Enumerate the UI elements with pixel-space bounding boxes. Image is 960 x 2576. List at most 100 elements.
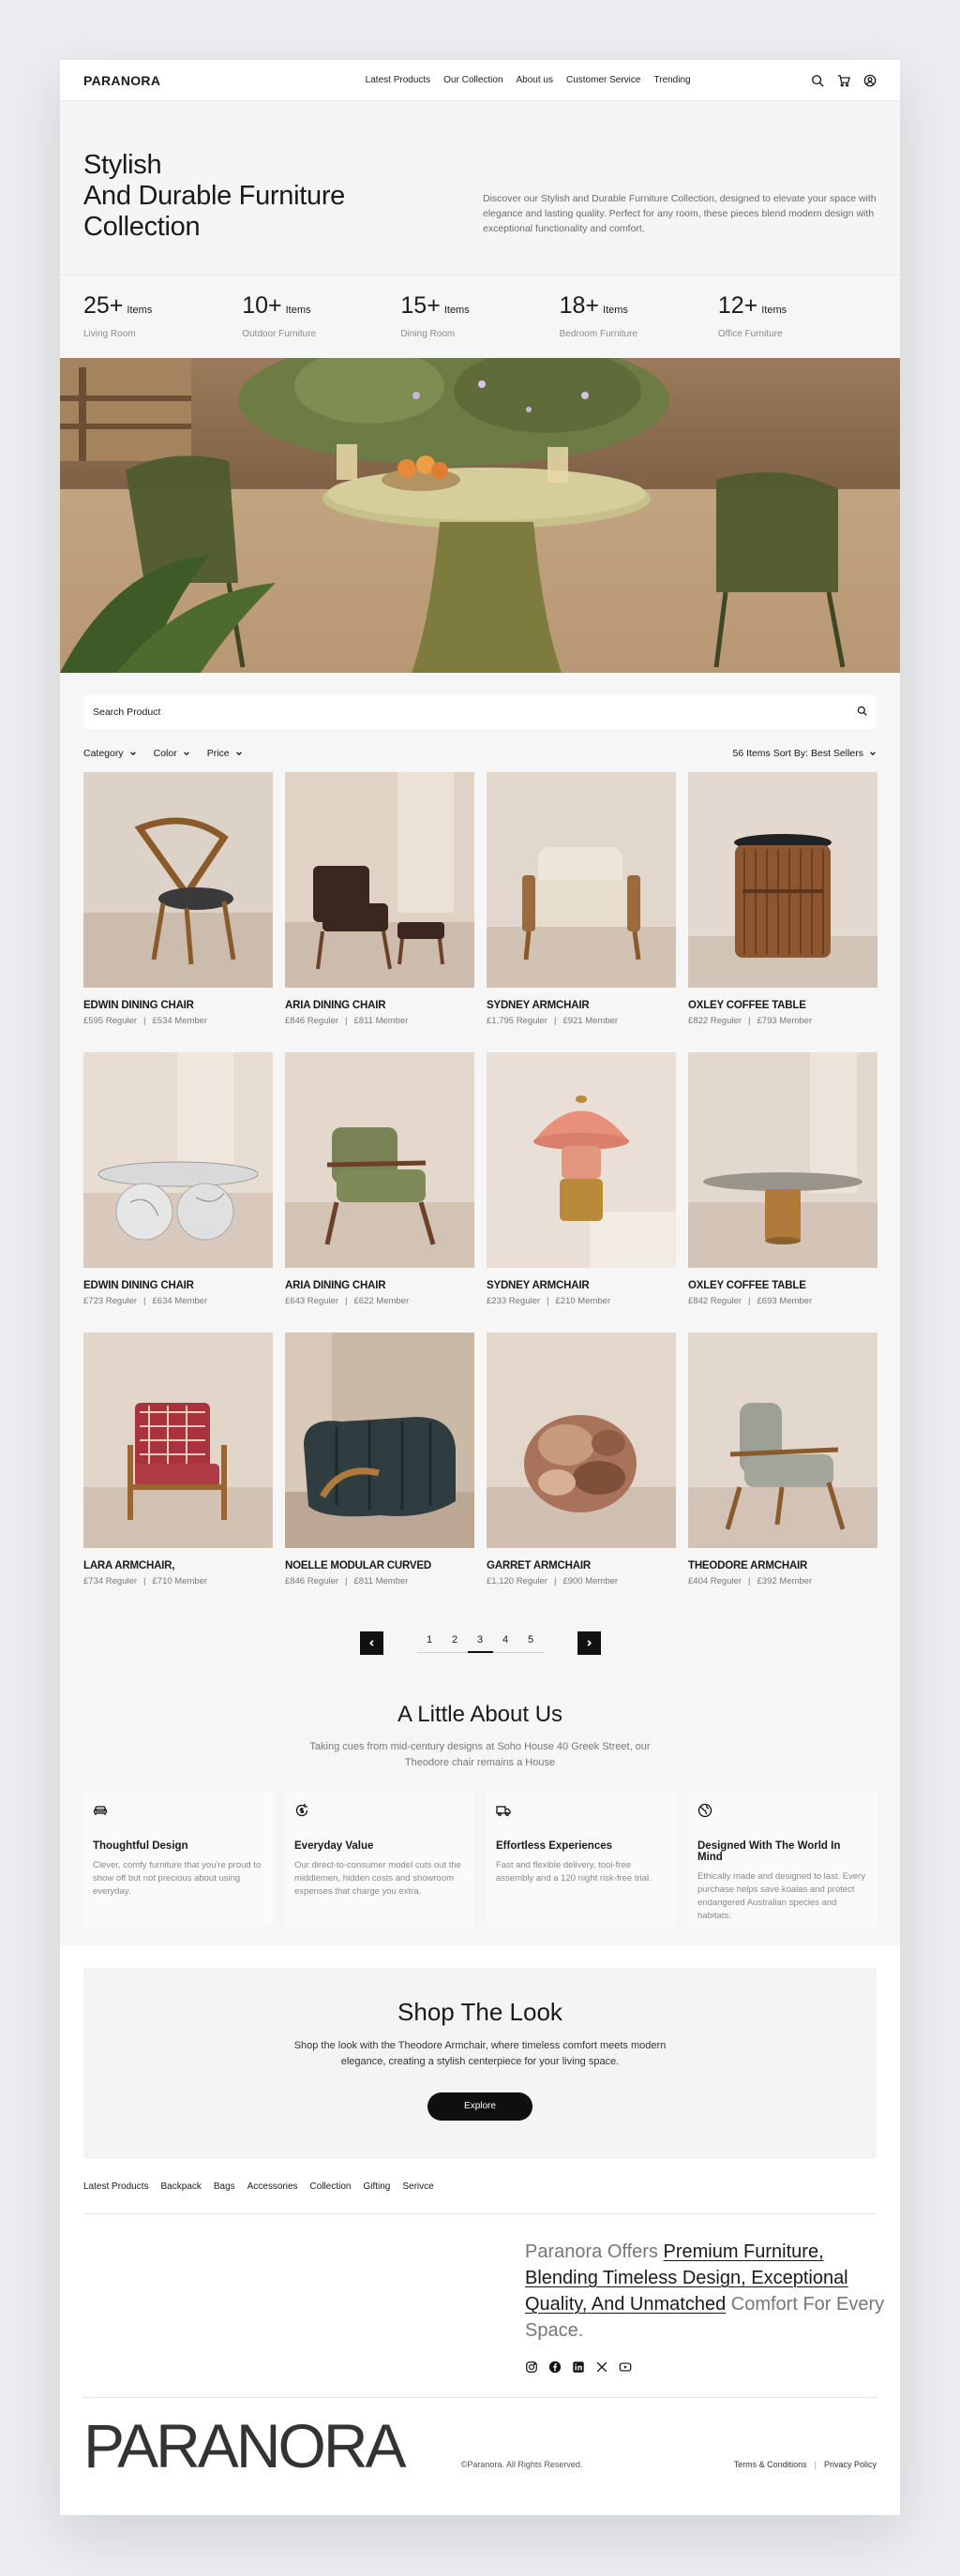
hero-banner-image [60, 358, 900, 673]
page-4[interactable]: 4 [492, 1634, 518, 1653]
member-price: £710 Member [152, 1576, 208, 1586]
nav-icons [811, 74, 877, 87]
product-search-input[interactable]: Search Product [83, 695, 877, 729]
product-name[interactable]: EDWIN DINING CHAIR [83, 1280, 273, 1291]
search-placeholder: Search Product [93, 707, 161, 718]
product-name[interactable]: EDWIN DINING CHAIR [83, 1000, 273, 1011]
product-card[interactable]: GARRET ARMCHAIR £1,120 Reguler | £900 Memb… [487, 1333, 676, 1586]
filter-category-dropdown[interactable]: Category [83, 748, 137, 759]
feature-text: Our direct-to-consumer model cuts out th… [294, 1860, 461, 1897]
filter-color-dropdown[interactable]: Color [154, 748, 190, 759]
product-card[interactable]: ARIA DINING CHAIR £846 Reguler | £811 Memb… [285, 772, 474, 1026]
nav-link-about-us[interactable]: About us [517, 75, 553, 85]
footer-link-collection[interactable]: Collection [310, 2181, 352, 2192]
product-name[interactable]: ARIA DINING CHAIR [285, 1280, 474, 1291]
about-title: A Little About Us [397, 1702, 563, 1727]
stat-living-room[interactable]: 25+ Items Living Room [83, 292, 242, 358]
product-card[interactable]: NOELLE MODULAR CURVED £846 Reguler | £811 … [285, 1333, 474, 1586]
stat-unit: Items [127, 305, 153, 316]
product-image[interactable] [83, 1052, 273, 1268]
page-1[interactable]: 1 [416, 1634, 442, 1653]
product-card[interactable]: EDWIN DINING CHAIR £723 Reguler | £634 Mem… [83, 1052, 273, 1306]
features-list: Thoughtful Design Clever, comfy furnitur… [83, 1792, 878, 1927]
member-price: £210 Member [555, 1296, 611, 1306]
linkedin-icon[interactable] [572, 2360, 585, 2374]
product-card[interactable]: OXLEY COFFEE TABLE £822 Reguler | £793 Mem… [688, 772, 878, 1026]
nav-link-latest-products[interactable]: Latest Products [366, 75, 430, 85]
product-card[interactable]: THEODORE ARMCHAIR £404 Reguler | £392 Memb… [688, 1333, 878, 1586]
product-image[interactable] [487, 1333, 676, 1548]
product-name[interactable]: SYDNEY ARMCHAIR [487, 1000, 676, 1011]
footer-link-latest-products[interactable]: Latest Products [83, 2181, 148, 2192]
x-icon[interactable] [595, 2360, 608, 2374]
filter-bar: Category Color Price 56 Items Sort By: B… [83, 748, 877, 759]
page-2[interactable]: 2 [442, 1634, 468, 1653]
filter-label: Color [153, 748, 177, 759]
sort-dropdown[interactable]: 56 Items Sort By: Best Sellers [733, 748, 877, 759]
globe-icon [698, 1803, 712, 1818]
nav-link-our-collection[interactable]: Our Collection [443, 75, 502, 85]
brand-logo[interactable]: PARANORA [83, 73, 160, 88]
product-image[interactable] [83, 1333, 273, 1548]
search-icon[interactable] [857, 706, 867, 719]
stat-label: Bedroom Furniture [559, 329, 638, 339]
nav-links: Latest Products Our Collection About us … [366, 75, 691, 85]
product-image[interactable] [285, 1333, 474, 1548]
product-card[interactable]: SYDNEY ARMCHAIR £233 Reguler | £210 Member [487, 1052, 676, 1306]
youtube-icon[interactable] [619, 2360, 632, 2374]
product-card[interactable]: EDWIN DINING CHAIR £595 Reguler | £534 Mem… [83, 772, 273, 1026]
footer-link-bags[interactable]: Bags [214, 2181, 235, 2192]
stat-bedroom-furniture[interactable]: 18+ Items Bedroom Furniture [560, 292, 718, 358]
stat-office-furniture[interactable]: 12+ Items Office Furniture [718, 292, 877, 358]
user-account-icon[interactable] [863, 74, 877, 87]
search-icon[interactable] [811, 74, 824, 87]
explore-button[interactable]: Explore [428, 2092, 532, 2121]
product-name[interactable]: LARA ARMCHAIR, [83, 1560, 273, 1571]
product-image[interactable] [688, 1333, 878, 1548]
product-image[interactable] [285, 772, 474, 988]
product-image[interactable] [83, 772, 273, 988]
page-3[interactable]: 3 [467, 1634, 493, 1653]
product-card[interactable]: SYDNEY ARMCHAIR £1,795 Reguler | £921 Memb… [487, 772, 676, 1026]
footer-link-backpack[interactable]: Backpack [160, 2181, 201, 2192]
product-name[interactable]: OXLEY COFFEE TABLE [688, 1000, 878, 1011]
privacy-link[interactable]: Privacy Policy [824, 2460, 877, 2469]
product-card[interactable]: ARIA DINING CHAIR £643 Reguler | £622 Memb… [285, 1052, 474, 1306]
nav-link-customer-service[interactable]: Customer Service [566, 75, 640, 85]
footer-link-service[interactable]: Serivce [402, 2181, 433, 2192]
stat-unit: Items [603, 305, 628, 316]
instagram-icon[interactable] [525, 2360, 538, 2374]
regular-price: £846 Reguler [285, 1016, 339, 1026]
product-image[interactable] [688, 772, 878, 988]
page: PARANORA Latest Products Our Collection … [60, 60, 900, 2515]
next-page-button[interactable] [577, 1631, 601, 1655]
footer-link-gifting[interactable]: Gifting [363, 2181, 390, 2192]
product-image[interactable] [487, 772, 676, 988]
product-card[interactable]: OXLEY COFFEE TABLE £842 Reguler | £693 Mem… [688, 1052, 878, 1306]
product-name[interactable]: ARIA DINING CHAIR [285, 1000, 474, 1011]
footer: Latest Products Backpack Bags Accessorie… [60, 2159, 900, 2515]
page-5[interactable]: 5 [518, 1634, 544, 1653]
cart-icon[interactable] [837, 74, 850, 87]
nav-link-trending[interactable]: Trending [653, 75, 690, 85]
product-name[interactable]: GARRET ARMCHAIR [487, 1560, 676, 1571]
product-name[interactable]: SYDNEY ARMCHAIR [487, 1280, 676, 1291]
product-card[interactable]: LARA ARMCHAIR, £734 Reguler | £710 Member [83, 1333, 273, 1586]
chevron-down-icon [870, 752, 876, 756]
footer-link-accessories[interactable]: Accessories [248, 2181, 298, 2192]
facebook-icon[interactable] [548, 2360, 562, 2374]
product-image[interactable] [688, 1052, 878, 1268]
terms-link[interactable]: Terms & Conditions [734, 2460, 807, 2469]
product-image[interactable] [285, 1052, 474, 1268]
product-name[interactable]: NOELLE MODULAR CURVED [285, 1560, 474, 1571]
stat-dining-room[interactable]: 15+ Items Dining Room [400, 292, 559, 358]
product-price: £643 Reguler | £622 Member [285, 1296, 410, 1306]
stat-outdoor-furniture[interactable]: 10+ Items Outdoor Furniture [242, 292, 400, 358]
feature-title: Thoughtful Design [93, 1840, 188, 1852]
member-price: £793 Member [757, 1016, 813, 1026]
product-name[interactable]: OXLEY COFFEE TABLE [688, 1280, 878, 1291]
product-image[interactable] [487, 1052, 676, 1268]
prev-page-button[interactable] [359, 1631, 383, 1655]
product-name[interactable]: THEODORE ARMCHAIR [688, 1560, 878, 1571]
filter-price-dropdown[interactable]: Price [207, 748, 243, 759]
